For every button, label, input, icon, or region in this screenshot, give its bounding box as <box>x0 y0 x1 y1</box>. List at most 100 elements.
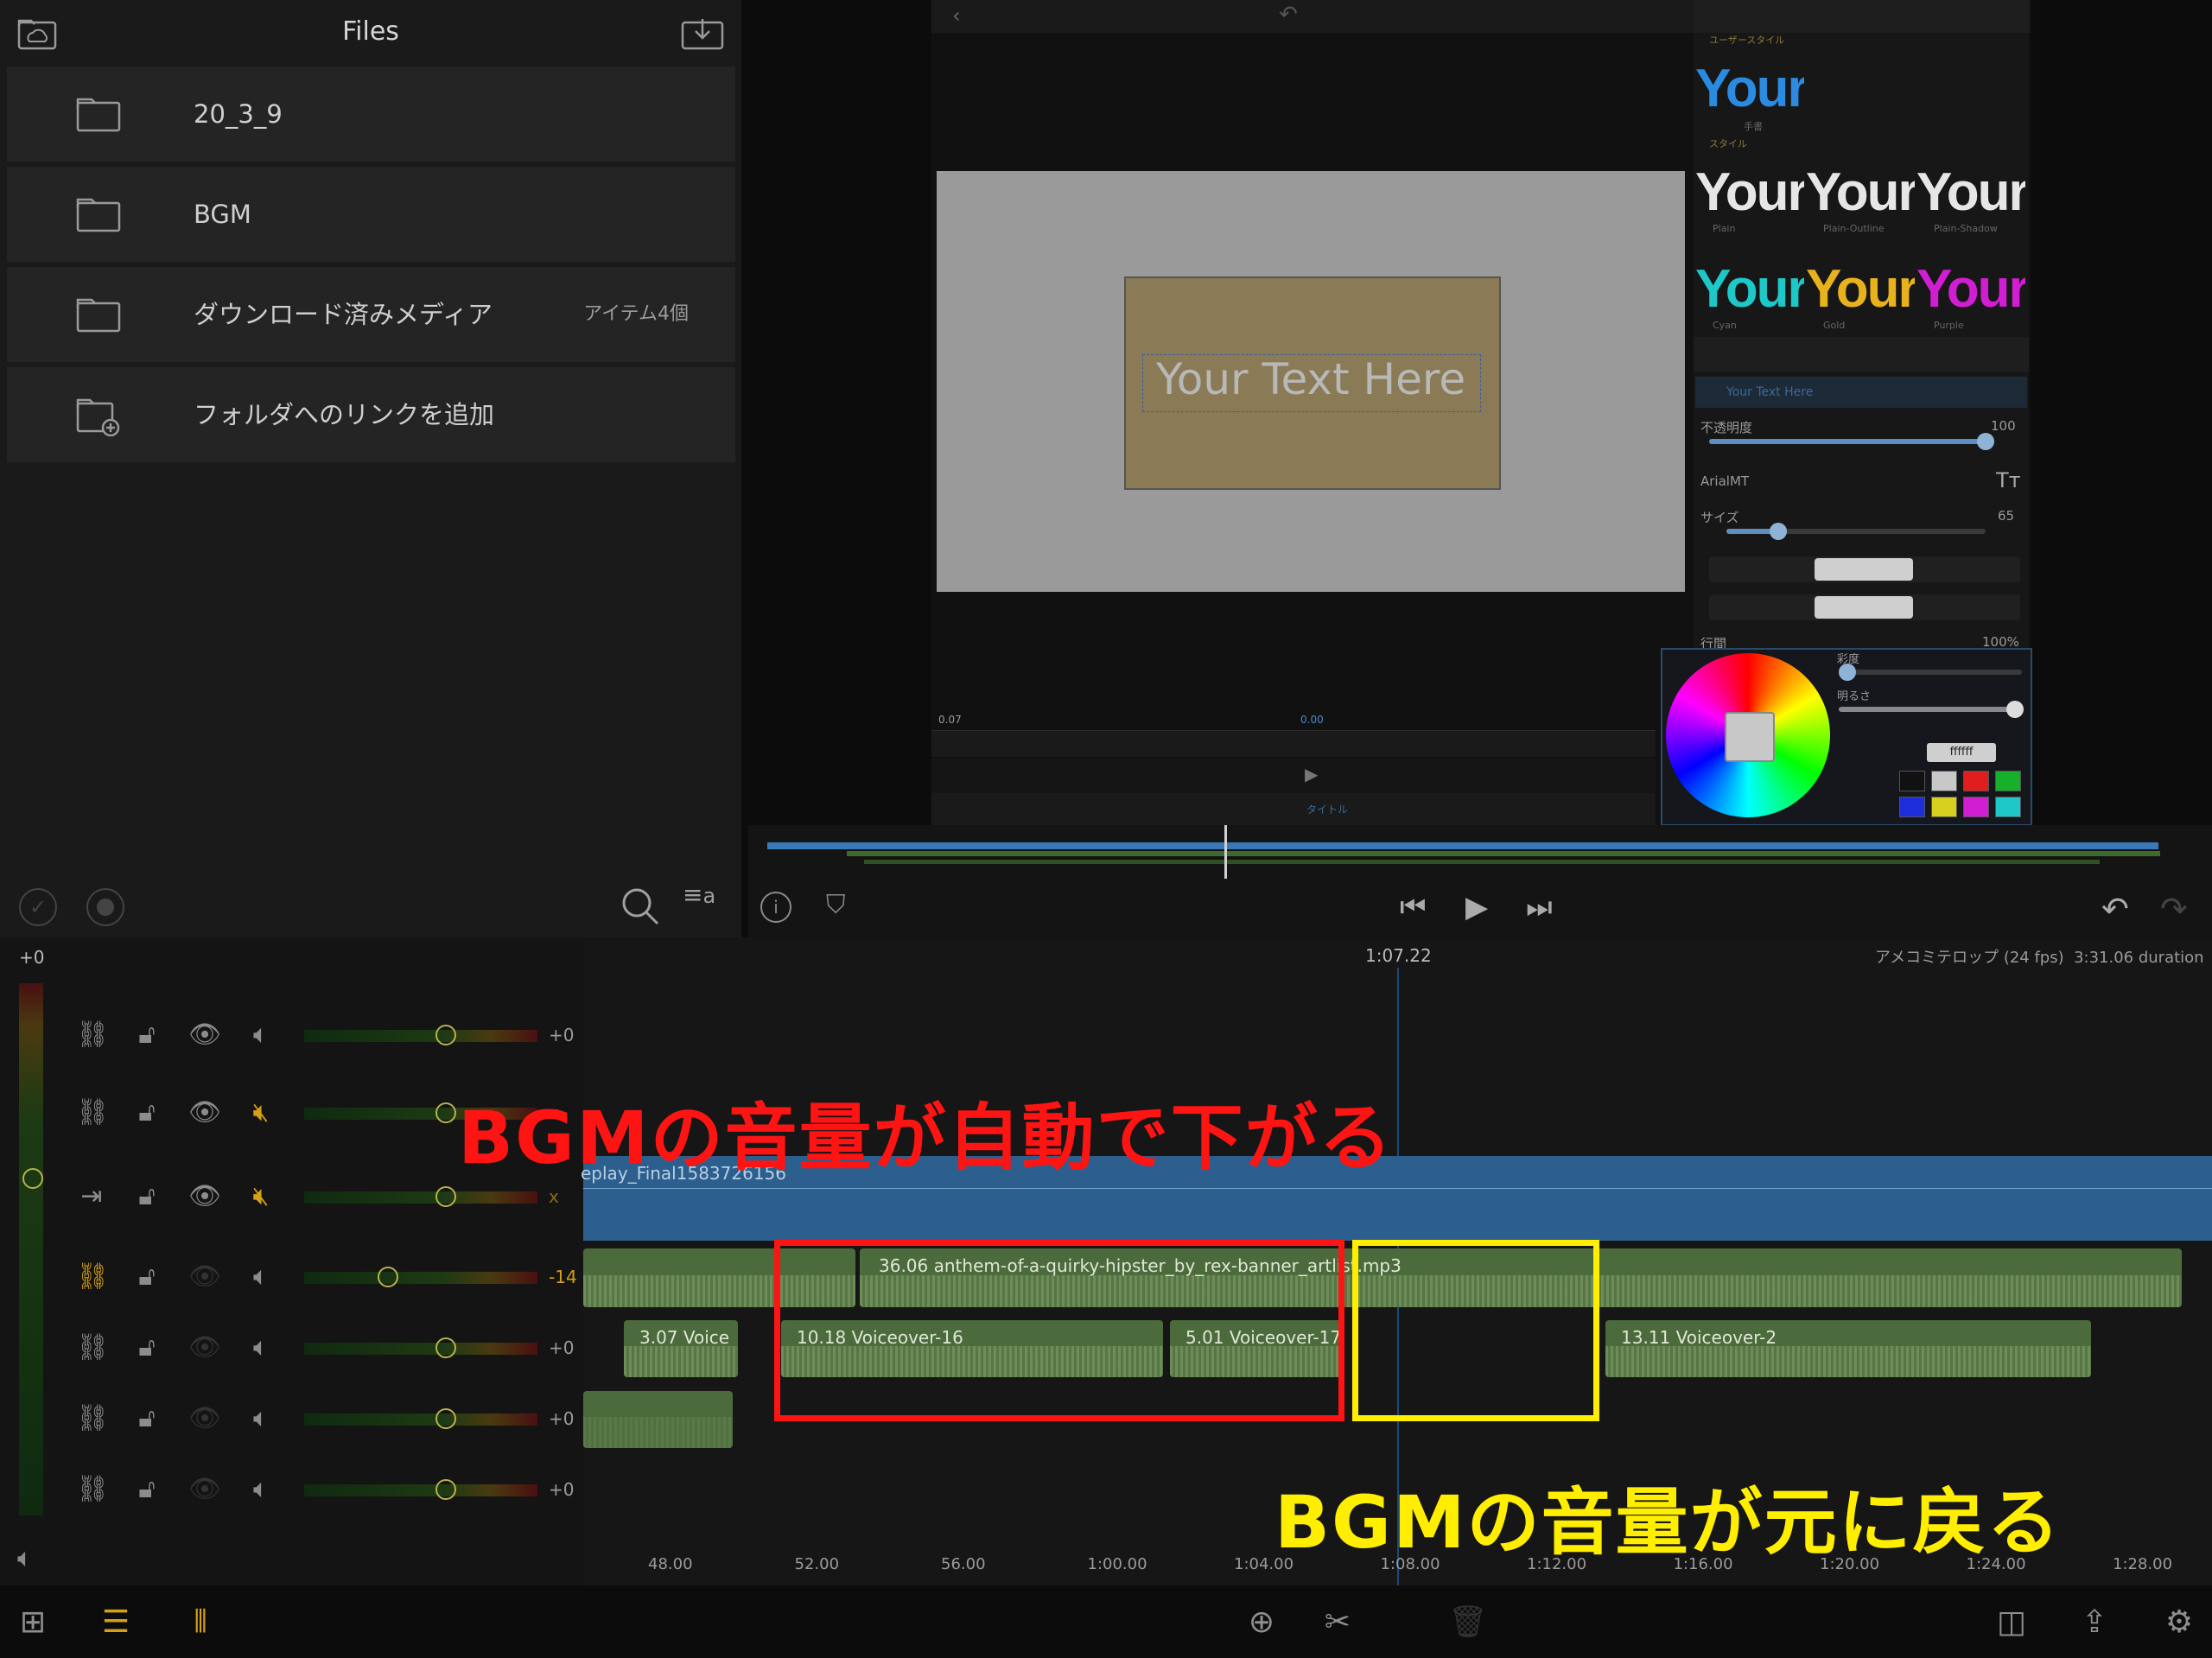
volume-meter[interactable] <box>304 1186 537 1207</box>
marker-add-icon[interactable]: ⛉ <box>826 890 846 920</box>
lock-icon[interactable]: 🔓︎ <box>131 1261 162 1293</box>
style-tile[interactable]: Your <box>1695 251 1804 337</box>
style-tile[interactable]: Your <box>1806 251 1915 337</box>
layout-icon[interactable]: ◫ <box>1993 1604 2031 1642</box>
volume-knob[interactable] <box>377 1267 398 1287</box>
search-icon[interactable] <box>620 886 660 926</box>
move-to-icon[interactable]: ⇥ <box>76 1181 107 1212</box>
scissors-icon[interactable]: ✂ <box>1319 1604 1357 1642</box>
color-swatch[interactable] <box>1899 771 1925 791</box>
volume-meter[interactable] <box>304 1408 537 1429</box>
volume-meter[interactable] <box>304 1479 537 1500</box>
master-meter-knob[interactable] <box>22 1168 43 1189</box>
volume-icon[interactable]: 🔈︎ <box>245 1332 276 1363</box>
eye-icon[interactable]: 👁︎ <box>188 1020 221 1051</box>
track-list-icon[interactable]: ☰ <box>97 1604 135 1642</box>
title-tab[interactable]: タイトル <box>1306 802 1348 816</box>
master-meter[interactable] <box>19 983 43 1515</box>
hex-field[interactable]: ffffff <box>1927 743 1996 762</box>
lock-icon[interactable]: 🔓︎ <box>131 1332 162 1363</box>
volume-knob[interactable] <box>435 1479 456 1500</box>
link-icon[interactable]: ⛓ <box>76 1403 109 1434</box>
eye-icon[interactable]: 👁︎ <box>188 1403 221 1434</box>
skip-forward-icon[interactable]: ⏭ <box>1526 890 1553 924</box>
lock-icon[interactable]: 🔓︎ <box>131 1020 162 1051</box>
volume-knob[interactable] <box>435 1186 456 1207</box>
file-row-downloaded-media[interactable]: ダウンロード済みメディア アイテム4個 <box>7 267 735 362</box>
overview-playhead[interactable] <box>1224 825 1227 879</box>
color-swatch[interactable] <box>1931 797 1957 817</box>
import-icon[interactable] <box>681 16 724 50</box>
mute-icon[interactable]: 🔇︎ <box>245 1181 276 1212</box>
check-icon[interactable]: ✓ <box>19 888 57 926</box>
audio-clip[interactable] <box>583 1391 733 1448</box>
file-row-add-folder-link[interactable]: フォルダへのリンクを追加 <box>7 367 735 462</box>
color-swatch[interactable] <box>1995 797 2021 817</box>
style-tile[interactable]: Your <box>1695 154 1804 240</box>
font-name[interactable]: ArialMT <box>1700 473 1749 489</box>
color-swatch[interactable] <box>1963 797 1989 817</box>
overview-video-bar[interactable] <box>767 842 2158 849</box>
font-size-icon[interactable]: Tт <box>1996 468 2021 492</box>
back-icon[interactable]: ‹ <box>952 3 961 28</box>
volume-icon[interactable]: 🔈︎ <box>245 1474 276 1505</box>
link-icon[interactable]: ⛓ <box>76 1261 109 1293</box>
link-icon[interactable]: ⛓ <box>76 1332 109 1363</box>
skip-back-icon[interactable]: ⏮ <box>1400 890 1427 924</box>
lock-icon[interactable]: 🔓︎ <box>131 1097 162 1128</box>
link-icon[interactable]: ⛓ <box>76 1474 109 1505</box>
volume-icon[interactable]: 🔈︎ <box>245 1020 276 1051</box>
volume-meter[interactable] <box>304 1025 537 1045</box>
volume-knob[interactable] <box>435 1337 456 1358</box>
cloud-folder-icon[interactable] <box>17 16 57 50</box>
text-overlay[interactable]: Your Text Here <box>1124 354 1497 404</box>
color-swatch[interactable] <box>1931 771 1957 791</box>
settings-icon[interactable]: ⚙ <box>2160 1604 2198 1642</box>
color-swatch[interactable] <box>1899 797 1925 817</box>
voice-clip[interactable]: 3.07 Voice <box>624 1320 738 1377</box>
volume-icon[interactable]: 🔈︎ <box>245 1261 276 1293</box>
voice-clip[interactable]: 13.11 Voiceover-2 <box>1605 1320 2091 1377</box>
play-icon[interactable]: ▶ <box>1465 890 1488 924</box>
record-icon[interactable] <box>86 888 124 926</box>
sort-icon[interactable]: ≡a <box>683 883 721 924</box>
mute-icon[interactable]: 🔇︎ <box>245 1097 276 1128</box>
add-clip-icon[interactable]: ⊕ <box>1243 1604 1281 1642</box>
play-icon-small[interactable]: ▶ <box>1305 764 1318 785</box>
lock-icon[interactable]: 🔓︎ <box>131 1403 162 1434</box>
link-icon[interactable]: ⛓ <box>76 1097 109 1128</box>
share-icon[interactable]: ⇪ <box>2075 1604 2113 1642</box>
link-icon[interactable]: ⛓ <box>76 1020 109 1051</box>
add-media-icon[interactable]: ⊞ <box>14 1604 52 1642</box>
eye-icon[interactable]: 👁︎ <box>188 1261 221 1293</box>
volume-meter[interactable] <box>304 1267 537 1287</box>
saturation-slider[interactable] <box>1839 664 2022 681</box>
style-tile[interactable]: Your <box>1916 251 2025 337</box>
info-icon[interactable]: i <box>760 892 791 923</box>
volume-meter[interactable] <box>304 1337 537 1358</box>
color-swatch[interactable] <box>1995 771 2021 791</box>
align-segment[interactable] <box>1709 556 2020 582</box>
file-row-bgm[interactable]: BGM <box>7 167 735 262</box>
brightness-slider[interactable] <box>1839 701 2024 718</box>
waveform-icon[interactable]: ⦀ <box>181 1604 219 1642</box>
volume-icon[interactable]: 🔈︎ <box>245 1403 276 1434</box>
opacity-slider[interactable] <box>1709 433 1994 450</box>
eye-icon[interactable]: 👁︎ <box>188 1181 221 1212</box>
eye-icon[interactable]: 👁︎ <box>188 1097 221 1128</box>
volume-knob[interactable] <box>435 1102 456 1123</box>
redo-icon[interactable]: ↷ <box>2160 890 2188 928</box>
volume-knob[interactable] <box>435 1408 456 1429</box>
file-row-20-3-9[interactable]: 20_3_9 <box>7 67 735 162</box>
eye-icon[interactable]: 👁︎ <box>188 1474 221 1505</box>
eye-icon[interactable]: 👁︎ <box>188 1332 221 1363</box>
speaker-icon[interactable]: 🔈︎ <box>17 1543 33 1573</box>
size-slider[interactable] <box>1726 523 1986 540</box>
lock-icon[interactable]: 🔓︎ <box>131 1474 162 1505</box>
volume-knob[interactable] <box>435 1025 456 1045</box>
valign-segment[interactable] <box>1709 594 2020 620</box>
undo-icon[interactable]: ↶ <box>1279 2 1298 28</box>
color-swatch[interactable] <box>1963 771 1989 791</box>
undo-icon[interactable]: ↶ <box>2101 890 2129 928</box>
lock-icon[interactable]: 🔓︎ <box>131 1181 162 1212</box>
